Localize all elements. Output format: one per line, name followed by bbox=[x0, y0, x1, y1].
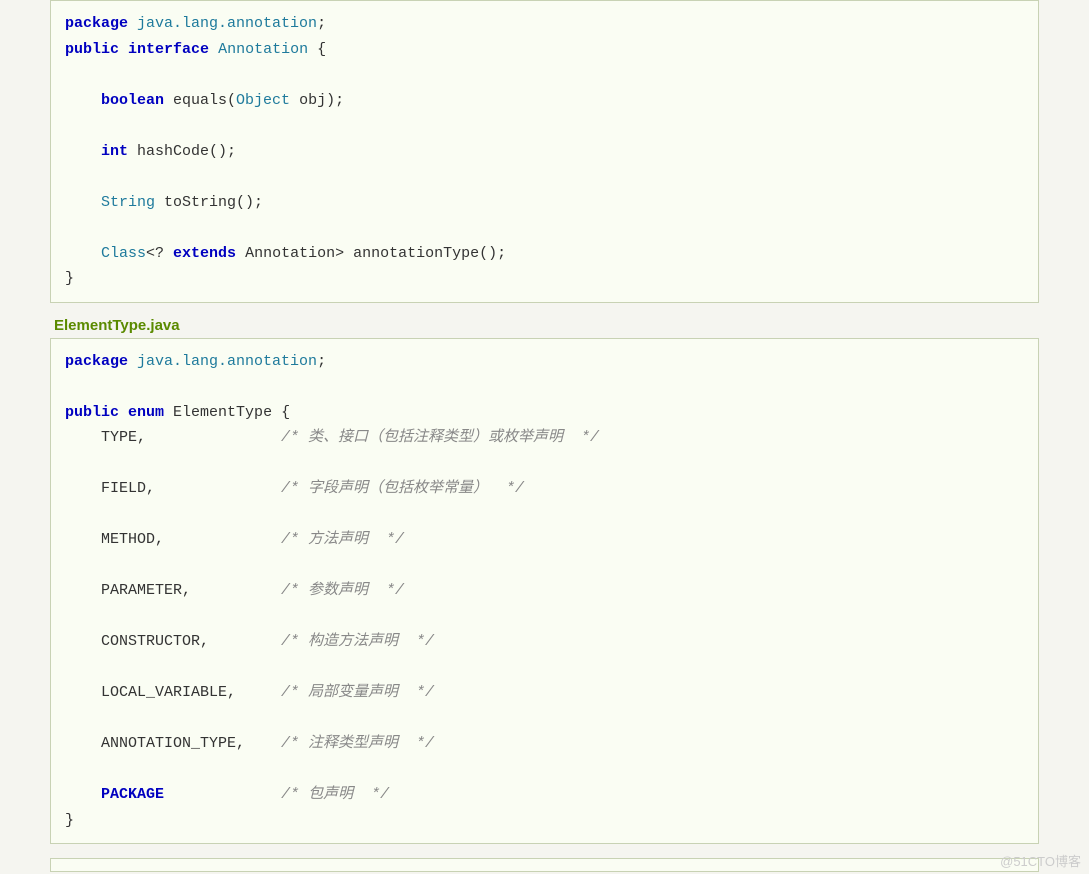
code-block-annotation: package java.lang.annotation; public int… bbox=[50, 0, 1039, 303]
section-title-elementtype: ElementType.java bbox=[50, 303, 1039, 338]
code-block-elementtype: package java.lang.annotation; public enu… bbox=[50, 338, 1039, 845]
empty-block bbox=[50, 858, 1039, 872]
watermark-text: @51CTO博客 bbox=[1000, 851, 1081, 870]
page-container: package java.lang.annotation; public int… bbox=[0, 0, 1089, 872]
